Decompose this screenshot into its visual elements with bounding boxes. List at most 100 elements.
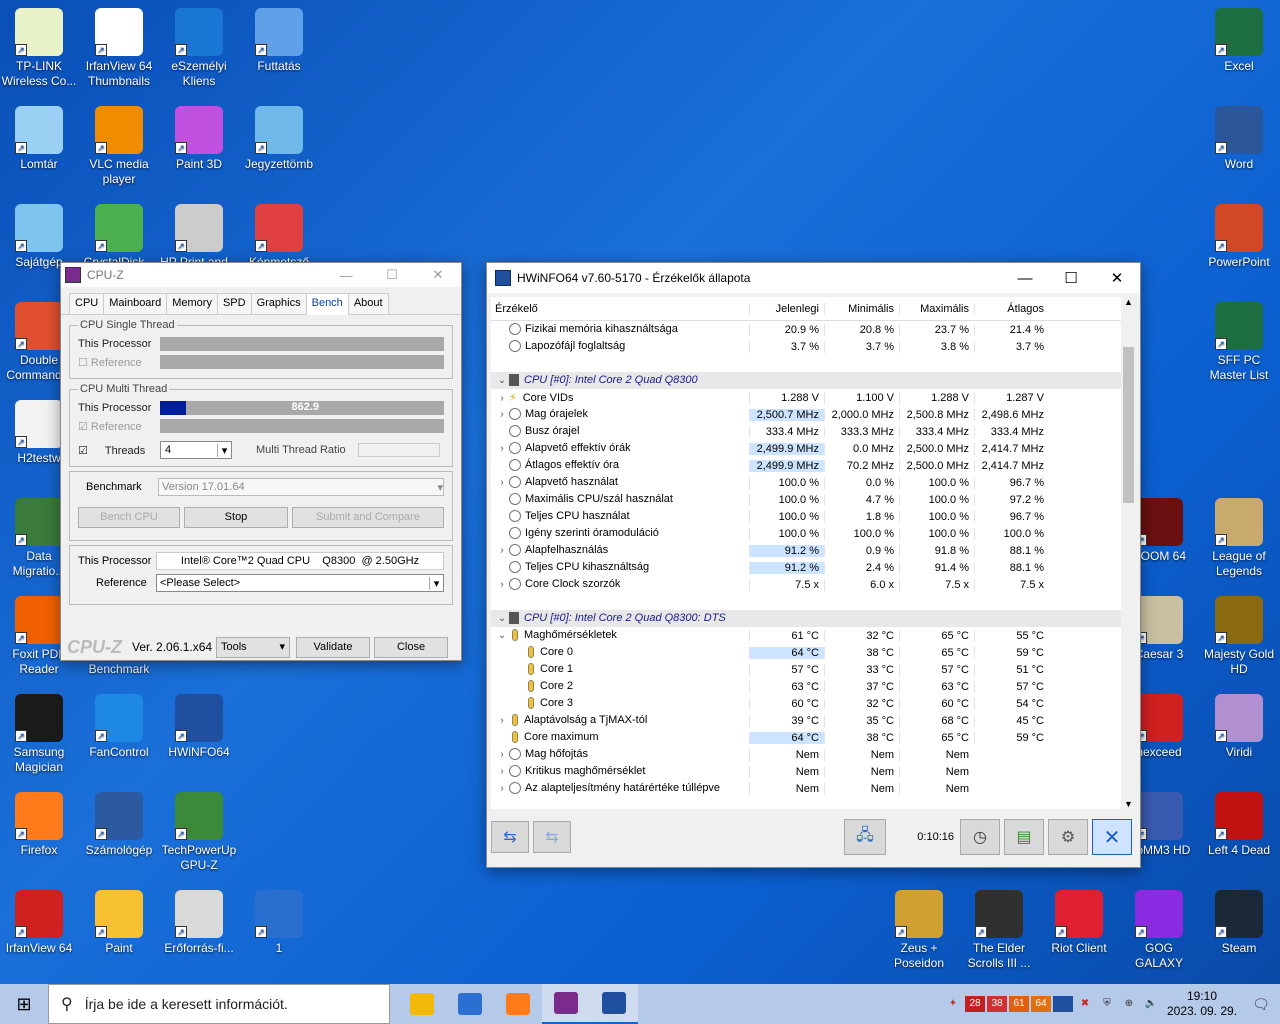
desktop-icon[interactable]: ↗ Left 4 Dead [1200,792,1278,858]
desktop-icon[interactable]: ↗ League of Legends [1200,498,1278,579]
tray-hwinfo-icon[interactable] [1053,996,1073,1012]
sensor-row[interactable]: Teljes CPU kihasználtság 91.2 % 2.4 % 91.4 … [491,559,1123,576]
close-icon[interactable]: ✕ [1094,269,1140,287]
desktop-icon[interactable]: ↗ Paint 3D [160,106,238,172]
sensor-group-row[interactable]: ⌄ CPU [#0]: Intel Core 2 Quad Q8300: DTS [491,610,1123,627]
desktop-icon[interactable]: ↗ PowerPoint [1200,204,1278,270]
expand-icon[interactable]: › [495,766,509,777]
multi-reference-label[interactable]: ☑ Reference [78,420,160,433]
column-header[interactable]: Érzékelő [491,303,749,315]
desktop-icon[interactable]: ↗ IrfanView 64 Thumbnails [80,8,158,89]
sensor-row[interactable]: › Mag hőfojtás Nem Nem Nem [491,746,1123,763]
desktop-icon[interactable]: ↗HP Print and... [160,204,238,270]
tab-mainboard[interactable]: Mainboard [103,293,168,314]
desktop-icon[interactable]: ↗ TechPowerUp GPU-Z [160,792,238,873]
sensor-row[interactable]: Átlagos effektív óra 2,499.9 MHz 70.2 MHz 2… [491,457,1123,474]
taskbar-firefox-icon[interactable] [494,984,542,1024]
column-header[interactable]: Maximális [899,302,974,315]
desktop-icon[interactable]: ↗ 1 [240,890,318,956]
desktop-icon[interactable]: ↗ Lomtár [0,106,78,172]
benchmark-version-select[interactable]: Version 17.01.64 ▾ [158,478,444,496]
desktop-icon[interactable]: ↗ Samsung Magician [0,694,78,775]
desktop-icon[interactable]: ↗ HWiNFO64 [160,694,238,760]
tray-temp-icon[interactable]: 64 [1031,996,1051,1012]
expand-icon[interactable]: › [495,715,509,726]
clock-icon[interactable]: ◷ [960,819,1000,855]
sensor-row[interactable]: › ⚡ Core VIDs 1.288 V 1.100 V 1.288 V 1.287 V [491,389,1123,406]
tools-button[interactable]: Tools ▾ [216,636,290,658]
sensor-row[interactable]: Core maximum 64 °C 38 °C 65 °C 59 °C [491,729,1123,746]
threads-select[interactable]: 4 ▾ [160,441,232,459]
minimize-icon[interactable]: — [323,268,369,283]
sensor-row[interactable]: Core 2 63 °C 37 °C 63 °C 57 °C [491,678,1123,695]
minimize-icon[interactable]: — [1002,270,1048,287]
bench-cpu-button[interactable]: Bench CPU [78,506,180,528]
desktop-icon[interactable]: ↗ Jegyzettömb [240,106,318,172]
expand-icon[interactable]: › [495,409,509,420]
hwinfo-titlebar[interactable]: HWiNFO64 v7.60-5170 - Érzékelők állapota… [487,263,1140,293]
close-button[interactable]: Close [374,636,448,658]
close-sensors-icon[interactable]: ✕ [1092,819,1132,855]
desktop-icon[interactable]: ↗Képmetsző [240,204,318,270]
desktop-icon[interactable]: ↗ FanControl [80,694,158,760]
scrollbar[interactable]: ▲ ▼ [1121,297,1136,809]
taskbar-file-explorer-icon[interactable] [398,984,446,1024]
tray-volume-icon[interactable]: 🔈 [1141,996,1161,1012]
column-header[interactable]: Átlagos [974,302,1049,315]
desktop-icon[interactable]: ↗ Firefox [0,792,78,858]
desktop-icon[interactable]: ↗ Erőforrás-fi... [160,890,238,956]
sensor-row[interactable]: Core 1 57 °C 33 °C 57 °C 51 °C [491,661,1123,678]
desktop-icon[interactable]: ↗ VLC media player [80,106,158,187]
maximize-icon[interactable]: ☐ [1048,269,1094,287]
collapse-icon[interactable]: ⌄ [495,630,509,641]
sensor-row[interactable]: › Az alapteljesítmény határértéke túllépv… [491,780,1123,797]
desktop-icon[interactable]: ↗ Excel [1200,8,1278,74]
tray-defender-icon[interactable]: ⛨ [1097,996,1117,1012]
desktop-icon[interactable]: ↗ Futtatás [240,8,318,74]
tray-temp-icon[interactable]: 61 [1009,996,1029,1012]
collapse-icon[interactable]: ⌄ [495,375,509,386]
sensor-group-row[interactable]: ⌄ CPU [#0]: Intel Core 2 Quad Q8300 [491,372,1123,389]
desktop-icon[interactable]: ↗ Számológép [80,792,158,858]
report-add-icon[interactable]: ▤ [1004,819,1044,855]
validate-button[interactable]: Validate [296,636,370,658]
desktop-icon[interactable]: ↗ Steam [1200,890,1278,956]
threads-checkbox[interactable]: ☑ Threads [78,444,160,457]
expand-icon[interactable]: › [495,579,509,590]
tab-cpu[interactable]: CPU [69,293,105,314]
collapse-icon[interactable]: ⌄ [495,613,509,624]
tray-warning-icon[interactable]: ✖ [1075,996,1095,1012]
expand-icon[interactable]: › [495,783,509,794]
desktop-icon[interactable]: ↗ GOG GALAXY [1120,890,1198,971]
prev-next-icon[interactable]: ⇆ [491,821,529,853]
maximize-icon[interactable]: ☐ [369,267,415,283]
taskbar-ms-store-icon[interactable] [446,984,494,1024]
sensor-row[interactable]: › Core Clock szorzók 7.5 x 6.0 x 7.5 x 7.5 x [491,576,1123,593]
desktop-icon[interactable]: ↗ Word [1200,106,1278,172]
desktop-icon[interactable]: ↗ IrfanView 64 [0,890,78,956]
sensor-row[interactable]: › Alapvető használat 100.0 % 0.0 % 100.0 % 96… [491,474,1123,491]
tab-memory[interactable]: Memory [166,293,218,314]
notification-icon[interactable]: 🗨 [1243,996,1279,1012]
sensor-row[interactable]: › Mag órajelek 2,500.7 MHz 2,000.0 MHz 2,500… [491,406,1123,423]
sensor-row[interactable]: Core 3 60 °C 32 °C 60 °C 54 °C [491,695,1123,712]
desktop-icon[interactable]: ↗ eSzemélyi Kliens [160,8,238,89]
tray-network-icon[interactable]: ⊕ [1119,996,1139,1012]
single-reference-label[interactable]: ☐ Reference [78,356,160,369]
desktop-icon[interactable]: ↗ TP-LINK Wireless Co... [0,8,78,89]
sensor-row[interactable]: Maximális CPU/szál használat 100.0 % 4.7 %… [491,491,1123,508]
expand-icon[interactable]: › [495,749,509,760]
desktop-icon[interactable]: ↗CrystalDisk... [80,204,158,270]
desktop-icon[interactable]: ↗ SFF PC Master List [1200,302,1278,383]
sensor-row[interactable]: › Alaptávolság a TjMAX-tól 39 °C 35 °C 68 °C… [491,712,1123,729]
desktop-icon[interactable]: ↗ Paint [80,890,158,956]
desktop-icon[interactable]: ↗ Riot Client [1040,890,1118,956]
prev-next-disabled-icon[interactable]: ⇆ [533,821,571,853]
expand-icon[interactable]: › [495,477,509,488]
sensor-row[interactable]: Teljes CPU használat 100.0 % 1.8 % 100.0 % 9… [491,508,1123,525]
column-header[interactable]: Jelenlegi [749,302,824,315]
sensor-row[interactable]: Lapozófájl foglaltság 3.7 % 3.7 % 3.8 % 3.7 … [491,338,1123,355]
settings-gear-icon[interactable]: ⚙ [1048,819,1088,855]
desktop-icon[interactable]: ↗ Zeus + Poseidon [880,890,958,971]
desktop-icon[interactable]: ↗ The Elder Scrolls III ... [960,890,1038,971]
